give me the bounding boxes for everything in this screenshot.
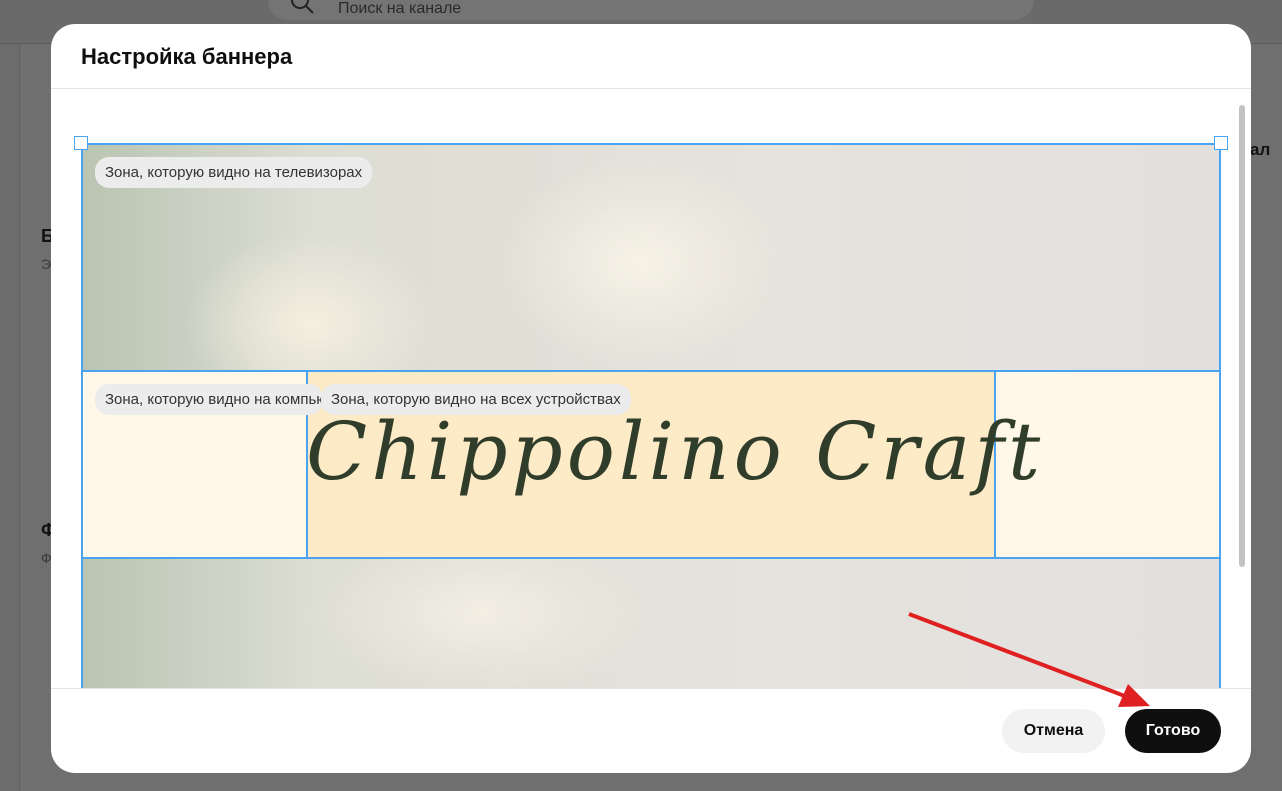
cancel-button[interactable]: Отмена xyxy=(1002,709,1105,753)
dialog-body: Chippolino Craft Зона, которую видно на … xyxy=(51,89,1251,688)
resize-handle-top-right[interactable] xyxy=(1214,136,1228,150)
banner-crop-area[interactable]: Chippolino Craft Зона, которую видно на … xyxy=(81,143,1221,688)
resize-handle-top-left[interactable] xyxy=(74,136,88,150)
background-scrollbar xyxy=(0,44,20,791)
done-button[interactable]: Готово xyxy=(1125,709,1221,753)
bg-sub: Э xyxy=(41,256,52,272)
bg-button-fragment: ал xyxy=(1250,140,1271,159)
search-placeholder: Поиск на канале xyxy=(338,0,462,17)
banner-logo-text: Chippolino Craft xyxy=(306,405,1045,498)
dialog-scrollbar[interactable] xyxy=(1239,105,1245,567)
dialog-title: Настройка баннера xyxy=(81,44,293,69)
channel-search-input: Поиск на канале xyxy=(268,0,1034,20)
tv-zone-label: Зона, которую видно на телевизорах xyxy=(95,157,373,188)
divider xyxy=(51,688,1251,689)
banner-settings-dialog: Настройка баннера Chippolino Craft Зона,… xyxy=(51,24,1251,773)
all-devices-zone-label: Зона, которую видно на всех устройствах xyxy=(321,384,631,415)
desktop-zone-label: Зона, которую видно на компьютерах xyxy=(95,384,323,415)
